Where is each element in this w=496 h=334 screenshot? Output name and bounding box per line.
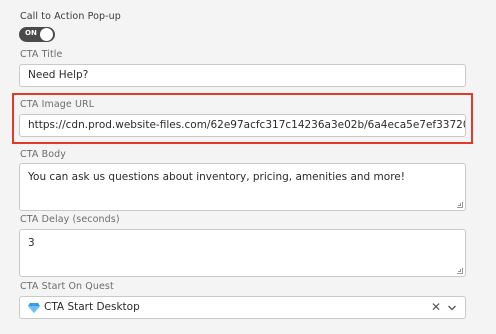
cta-body-label: CTA Body (20, 149, 66, 160)
popup-label: Call to Action Pop-up (20, 11, 121, 22)
cta-title-label: CTA Title (20, 49, 63, 60)
toggle-knob (39, 27, 54, 42)
resize-handle-icon[interactable] (457, 268, 463, 274)
cta-image-url-label: CTA Image URL (20, 99, 95, 110)
cta-image-url-input[interactable]: https://cdn.prod.website-files.com/62e97… (19, 114, 466, 137)
cta-delay-textarea[interactable]: 3 (19, 229, 466, 277)
gem-icon (28, 302, 40, 313)
cta-title-input[interactable]: Need Help? (19, 64, 466, 87)
select-value: CTA Start Desktop (44, 301, 140, 313)
cta-title-value: Need Help? (28, 69, 89, 81)
cta-image-url-value: https://cdn.prod.website-files.com/62e97… (28, 119, 465, 131)
toggle-on-text: ON (25, 29, 37, 37)
chevron-down-icon[interactable] (447, 303, 457, 313)
resize-handle-icon[interactable] (457, 202, 463, 208)
cta-delay-label: CTA Delay (seconds) (20, 214, 120, 225)
cta-delay-value: 3 (28, 237, 35, 249)
popup-toggle[interactable]: ON (19, 27, 55, 42)
cta-body-textarea[interactable]: You can ask us questions about inventory… (19, 163, 466, 211)
cta-start-on-quest-label: CTA Start On Quest (20, 281, 114, 292)
cta-start-on-quest-select[interactable]: CTA Start Desktop ✕ (19, 296, 466, 319)
clear-icon[interactable]: ✕ (431, 297, 441, 318)
cta-body-value: You can ask us questions about inventory… (28, 171, 405, 183)
